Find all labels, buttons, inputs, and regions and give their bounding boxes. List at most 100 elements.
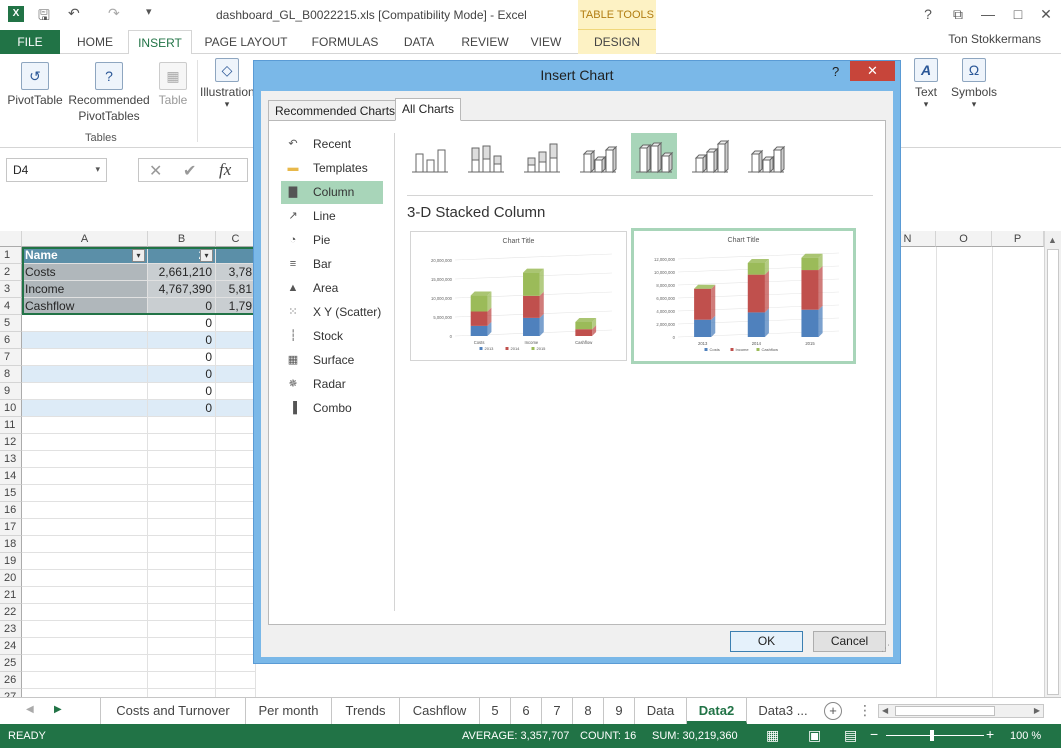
- cell-b14[interactable]: [148, 468, 216, 485]
- cell-c10[interactable]: [216, 400, 256, 417]
- tab-page-layout[interactable]: PAGE LAYOUT: [198, 30, 294, 54]
- cell-b13[interactable]: [148, 451, 216, 468]
- cell-a16[interactable]: [22, 502, 148, 519]
- row-header[interactable]: 15: [0, 485, 22, 502]
- scroll-thumb[interactable]: [1047, 249, 1059, 695]
- cell-a6[interactable]: [22, 332, 148, 349]
- hscroll-thumb[interactable]: [895, 706, 995, 716]
- row-header[interactable]: 11: [0, 417, 22, 434]
- row-header[interactable]: 25: [0, 655, 22, 672]
- maximize-button[interactable]: □: [1004, 3, 1032, 25]
- zoom-slider[interactable]: [886, 735, 984, 736]
- subtype-clustered-column[interactable]: [407, 133, 453, 179]
- page-layout-view-icon[interactable]: ▣: [808, 727, 821, 744]
- chart-category-combo[interactable]: ▐ Combo: [281, 397, 383, 420]
- tab-data[interactable]: DATA: [394, 30, 444, 54]
- tab-design[interactable]: DESIGN: [578, 30, 656, 54]
- user-name[interactable]: Ton Stokkermans: [948, 32, 1041, 46]
- row-header[interactable]: 17: [0, 519, 22, 536]
- cell-a20[interactable]: [22, 570, 148, 587]
- ok-button[interactable]: OK: [730, 631, 803, 652]
- cell-b8[interactable]: 0: [148, 366, 216, 383]
- row-header[interactable]: 3: [0, 281, 22, 298]
- cell-b23[interactable]: [148, 621, 216, 638]
- sheet-tab-7[interactable]: 7: [542, 698, 573, 724]
- cell-c16[interactable]: [216, 502, 256, 519]
- chart-category-pie[interactable]: ◔ Pie: [281, 229, 383, 252]
- cell-c18[interactable]: [216, 536, 256, 553]
- cell-b27[interactable]: [148, 689, 216, 697]
- cell-b24[interactable]: [148, 638, 216, 655]
- tab-home[interactable]: HOME: [66, 30, 124, 54]
- cell-c13[interactable]: [216, 451, 256, 468]
- minimize-button[interactable]: —: [974, 3, 1002, 25]
- row-header[interactable]: 13: [0, 451, 22, 468]
- sheet-bar-splitter-icon[interactable]: ⋮: [858, 702, 872, 719]
- cell-b6[interactable]: 0: [148, 332, 216, 349]
- dialog-help-button[interactable]: ?: [832, 64, 839, 79]
- cell-b25[interactable]: [148, 655, 216, 672]
- row-header[interactable]: 24: [0, 638, 22, 655]
- cell-c19[interactable]: [216, 553, 256, 570]
- row-header[interactable]: 6: [0, 332, 22, 349]
- zoom-level[interactable]: 100 %: [1010, 730, 1041, 742]
- tab-view[interactable]: VIEW: [524, 30, 568, 54]
- pivottable-button[interactable]: ↺ PivotTable: [6, 62, 64, 107]
- cell-b17[interactable]: [148, 519, 216, 536]
- sheet-tab-8[interactable]: 8: [573, 698, 604, 724]
- chart-category-area[interactable]: ▲ Area: [281, 277, 383, 300]
- cell-c6[interactable]: [216, 332, 256, 349]
- row-header[interactable]: 27: [0, 689, 22, 697]
- cell-c26[interactable]: [216, 672, 256, 689]
- chart-category-bar[interactable]: ≡ Bar: [281, 253, 383, 276]
- row-header[interactable]: 4: [0, 298, 22, 315]
- redo-icon[interactable]: ↷: [108, 5, 120, 22]
- cell-a14[interactable]: [22, 468, 148, 485]
- row-header[interactable]: 9: [0, 383, 22, 400]
- sheet-tab-per-month[interactable]: Per month: [246, 698, 332, 724]
- tab-review[interactable]: REVIEW: [456, 30, 514, 54]
- undo-icon[interactable]: ↶: [68, 5, 80, 22]
- illustrations-button[interactable]: ◇ Illustrations ▾: [200, 58, 261, 110]
- cell-a13[interactable]: [22, 451, 148, 468]
- cell-a22[interactable]: [22, 604, 148, 621]
- zoom-in-icon[interactable]: +: [986, 726, 994, 742]
- cell-a24[interactable]: [22, 638, 148, 655]
- row-header[interactable]: 12: [0, 434, 22, 451]
- chart-category-templates[interactable]: ▬ Templates: [281, 157, 383, 180]
- cell-b5[interactable]: 0: [148, 315, 216, 332]
- name-box-dropdown-icon[interactable]: ▾: [95, 164, 100, 175]
- scroll-up-icon[interactable]: ▲: [1048, 235, 1057, 245]
- horizontal-scrollbar[interactable]: ◀ ▶: [878, 704, 1044, 718]
- sheet-tab-5[interactable]: 5: [480, 698, 511, 724]
- cell-a10[interactable]: [22, 400, 148, 417]
- column-header-o[interactable]: O: [936, 231, 992, 247]
- cell-a25[interactable]: [22, 655, 148, 672]
- cell-b11[interactable]: [148, 417, 216, 434]
- cell-c21[interactable]: [216, 587, 256, 604]
- tab-formulas[interactable]: FORMULAS: [302, 30, 388, 54]
- cancel-entry-icon[interactable]: ✕: [149, 161, 162, 181]
- tab-file[interactable]: FILE: [0, 30, 60, 54]
- row-header[interactable]: 19: [0, 553, 22, 570]
- customize-qat-icon[interactable]: ▾: [146, 5, 152, 18]
- row-header[interactable]: 5: [0, 315, 22, 332]
- next-sheet-icon[interactable]: ▶: [54, 704, 62, 715]
- cell-b9[interactable]: 0: [148, 383, 216, 400]
- text-button[interactable]: A Text ▾: [908, 58, 944, 110]
- zoom-slider-thumb[interactable]: [930, 730, 934, 741]
- cell-a15[interactable]: [22, 485, 148, 502]
- tab-insert[interactable]: INSERT: [128, 30, 192, 55]
- resize-grip-icon[interactable]: ⋰: [881, 643, 890, 654]
- cell-c17[interactable]: [216, 519, 256, 536]
- normal-view-icon[interactable]: ▦: [766, 727, 779, 744]
- cell-b15[interactable]: [148, 485, 216, 502]
- chart-category-stock[interactable]: ┆ Stock: [281, 325, 383, 348]
- cell-b22[interactable]: [148, 604, 216, 621]
- row-header[interactable]: 10: [0, 400, 22, 417]
- cell-a18[interactable]: [22, 536, 148, 553]
- row-header[interactable]: 20: [0, 570, 22, 587]
- sheet-tab-trends[interactable]: Trends: [332, 698, 400, 724]
- cell-a17[interactable]: [22, 519, 148, 536]
- cell-b20[interactable]: [148, 570, 216, 587]
